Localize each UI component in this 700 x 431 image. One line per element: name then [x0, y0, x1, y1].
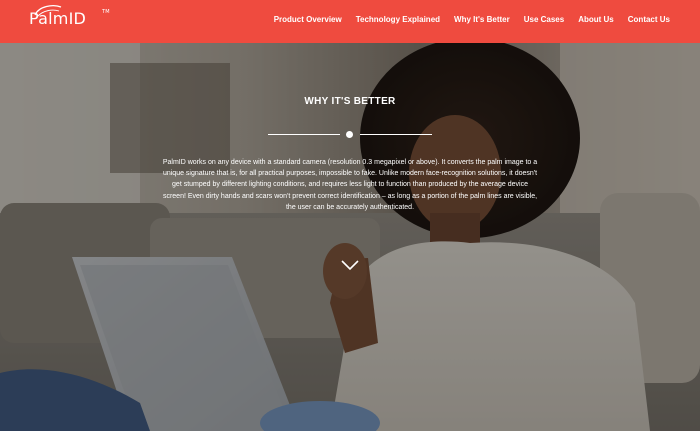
nav-technology-explained[interactable]: Technology Explained: [356, 14, 440, 26]
nav-why-its-better[interactable]: Why It's Better: [454, 14, 510, 26]
site-header: PalmID TM Product Overview Technology Ex…: [0, 0, 700, 43]
divider-dot-icon: [346, 131, 353, 138]
nav-contact-us[interactable]: Contact Us: [628, 14, 670, 26]
palmid-logo[interactable]: PalmID TM: [29, 5, 110, 29]
hero-section: WHY IT'S BETTER PalmID works on any devi…: [0, 43, 700, 431]
nav-use-cases[interactable]: Use Cases: [524, 14, 564, 26]
nav-product-overview[interactable]: Product Overview: [274, 14, 342, 26]
section-title: WHY IT'S BETTER: [304, 96, 396, 107]
logo-swoosh-icon: [34, 5, 62, 18]
section-body-text: PalmID works on any device with a standa…: [162, 159, 538, 211]
divider-line-left: [268, 134, 340, 135]
main-nav: Product Overview Technology Explained Wh…: [274, 14, 670, 26]
trademark-mark: TM: [102, 9, 110, 15]
divider-line-right: [360, 134, 432, 135]
page: PalmID TM Product Overview Technology Ex…: [0, 0, 700, 431]
chevron-down-icon[interactable]: [340, 258, 360, 272]
nav-about-us[interactable]: About Us: [578, 14, 614, 26]
title-divider: [268, 131, 432, 138]
